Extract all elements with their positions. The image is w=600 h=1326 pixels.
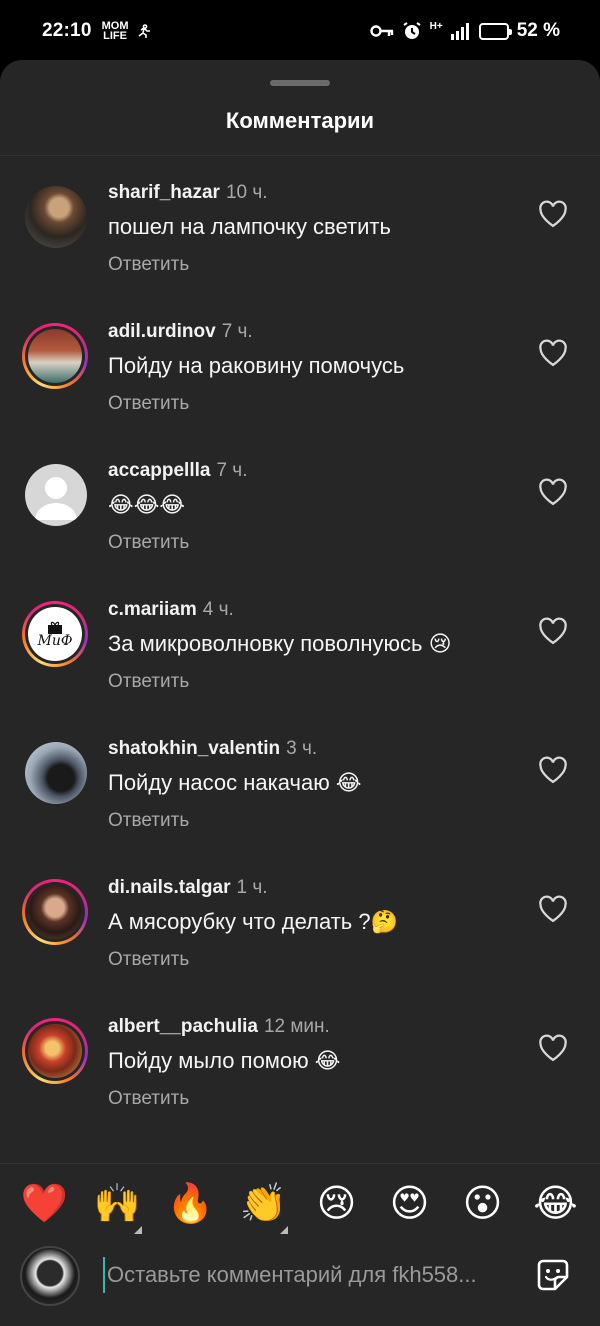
emoji-laughing-button[interactable]: 😂 bbox=[526, 1180, 586, 1240]
comment-item: di.nails.talgar 1 ч. А мясорубку что дела… bbox=[0, 873, 600, 1012]
emoji-heart-eyes-button[interactable]: 😍 bbox=[380, 1180, 440, 1240]
avatar bbox=[28, 329, 82, 383]
emoji-clapping-button[interactable]: 👏 bbox=[234, 1180, 294, 1240]
comment-time: 7 ч. bbox=[216, 460, 248, 481]
comment-item: accappellla 7 ч. 😂😂😂 Ответить bbox=[0, 456, 600, 595]
comment-item: МиФ c.mariiam 4 ч. За микроволновку повол… bbox=[0, 595, 600, 734]
comment-composer bbox=[0, 1243, 600, 1323]
reply-button[interactable]: Ответить bbox=[108, 810, 189, 832]
battery-icon bbox=[478, 22, 512, 40]
comment-text: Пойду мыло помою 😂 bbox=[108, 1048, 341, 1073]
comment-username[interactable]: adil.urdinov bbox=[108, 321, 216, 342]
avatar bbox=[28, 885, 82, 939]
comment-author[interactable]: shatokhin_valentin 3 ч. bbox=[108, 738, 317, 760]
comment-author[interactable]: albert__pachulia 12 мин. bbox=[108, 1016, 330, 1038]
comment-item: shatokhin_valentin 3 ч. Пойду насос накач… bbox=[0, 734, 600, 873]
heart-outline-icon[interactable] bbox=[538, 200, 568, 228]
status-bar: 22:10 MOM LIFE H+ 52 % bbox=[0, 0, 600, 62]
divider bbox=[0, 1163, 600, 1164]
divider bbox=[0, 155, 600, 156]
heart-outline-icon[interactable] bbox=[538, 339, 568, 367]
emoji-raised-hands-button[interactable]: 🙌 bbox=[88, 1180, 148, 1240]
avatar[interactable] bbox=[25, 186, 87, 248]
emoji-surprised-button[interactable]: 😮 bbox=[453, 1180, 513, 1240]
reply-button[interactable]: Ответить bbox=[108, 949, 189, 971]
avatar: МиФ bbox=[28, 607, 82, 661]
comment-time: 7 ч. bbox=[221, 321, 253, 342]
status-notification-icons: MOM LIFE bbox=[102, 21, 153, 42]
comment-item: albert__pachulia 12 мин. Пойду мыло помою… bbox=[0, 1012, 600, 1151]
heart-outline-icon[interactable] bbox=[538, 756, 568, 784]
battery-percent: 52 % bbox=[516, 20, 560, 41]
comment-text: 😂😂😂 bbox=[108, 492, 186, 517]
emoji-clapping: 👏 bbox=[239, 1183, 288, 1225]
comment-input[interactable] bbox=[103, 1257, 513, 1293]
comment-text: пошел на лампочку светить bbox=[108, 214, 391, 239]
comment-time: 3 ч. bbox=[286, 738, 318, 759]
avatar-story-ring[interactable] bbox=[22, 1018, 88, 1084]
sheet-drag-handle[interactable] bbox=[270, 80, 330, 86]
comment-text: А мясорубку что делать ?🤔 bbox=[108, 909, 398, 934]
comment-username[interactable]: di.nails.talgar bbox=[108, 877, 230, 898]
comment-time: 12 мин. bbox=[263, 1016, 330, 1037]
emoji-heart-button[interactable]: ❤️ bbox=[15, 1180, 75, 1240]
skin-tone-indicator-icon bbox=[133, 1226, 142, 1234]
reply-button[interactable]: Ответить bbox=[108, 532, 189, 554]
comment-author[interactable]: di.nails.talgar 1 ч. bbox=[108, 877, 268, 899]
gift-icon bbox=[48, 621, 62, 634]
comment-author[interactable]: accappellla 7 ч. bbox=[108, 460, 247, 482]
emoji-fire-button[interactable]: 🔥 bbox=[161, 1180, 221, 1240]
emoji-raised-hands: 🙌 bbox=[93, 1183, 142, 1225]
comment-author[interactable]: sharif_hazar 10 ч. bbox=[108, 182, 268, 204]
quick-emoji-bar: ❤️ 🙌 🔥 👏 😢 😍 😮 😂 bbox=[0, 1180, 600, 1240]
reply-button[interactable]: Ответить bbox=[108, 254, 189, 276]
comment-username[interactable]: shatokhin_valentin bbox=[108, 738, 280, 759]
avatar-logo-text: МиФ bbox=[37, 633, 73, 649]
heart-outline-icon[interactable] bbox=[538, 478, 568, 506]
comment-username[interactable]: albert__pachulia bbox=[108, 1016, 258, 1037]
reply-button[interactable]: Ответить bbox=[108, 1088, 189, 1110]
comment-time: 10 ч. bbox=[225, 182, 268, 203]
reply-button[interactable]: Ответить bbox=[108, 671, 189, 693]
emoji-crying-button[interactable]: 😢 bbox=[307, 1180, 367, 1240]
heart-outline-icon[interactable] bbox=[538, 895, 568, 923]
comment-text: Пойду насос накачаю 😂 bbox=[108, 770, 362, 795]
app-badge-icon: MOM LIFE bbox=[102, 21, 129, 42]
reply-button[interactable]: Ответить bbox=[108, 393, 189, 415]
app-badge-bottom: LIFE bbox=[103, 30, 127, 42]
alarm-icon bbox=[403, 22, 421, 39]
default-user-icon bbox=[35, 477, 77, 520]
comment-time: 4 ч. bbox=[202, 599, 234, 620]
comment-item: adil.urdinov 7 ч. Пойду на раковину помоч… bbox=[0, 317, 600, 456]
comment-text: Пойду на раковину помочусь bbox=[108, 353, 405, 378]
status-time: 22:10 bbox=[42, 20, 92, 41]
status-right-icons: H+ 52 % bbox=[369, 20, 560, 42]
comments-list[interactable]: sharif_hazar 10 ч. пошел на лампочку свет… bbox=[0, 178, 600, 1163]
running-icon bbox=[138, 24, 150, 38]
sticker-icon[interactable] bbox=[533, 1255, 573, 1295]
avatar-default[interactable] bbox=[25, 464, 87, 526]
skin-tone-indicator-icon bbox=[279, 1226, 288, 1234]
comment-text: За микроволновку поволнуюсь 😢 bbox=[108, 631, 452, 656]
heart-outline-icon[interactable] bbox=[538, 1034, 568, 1062]
avatar[interactable] bbox=[25, 742, 87, 804]
avatar-story-ring[interactable]: МиФ bbox=[22, 601, 88, 667]
comment-author[interactable]: c.mariiam 4 ч. bbox=[108, 599, 234, 621]
comment-username[interactable]: accappellla bbox=[108, 460, 210, 481]
comment-time: 1 ч. bbox=[236, 877, 268, 898]
key-icon bbox=[369, 25, 393, 37]
signal-icon bbox=[450, 23, 469, 40]
avatar bbox=[28, 1024, 82, 1078]
avatar-story-ring[interactable] bbox=[22, 879, 88, 945]
comment-item: sharif_hazar 10 ч. пошел на лампочку свет… bbox=[0, 178, 600, 317]
heart-outline-icon[interactable] bbox=[538, 617, 568, 645]
comment-username[interactable]: c.mariiam bbox=[108, 599, 197, 620]
comment-username[interactable]: sharif_hazar bbox=[108, 182, 220, 203]
sheet-title: Комментарии bbox=[225, 108, 375, 133]
network-type: H+ bbox=[429, 21, 443, 32]
comments-sheet: Комментарии sharif_hazar 10 ч. пошел на л… bbox=[0, 60, 600, 1326]
my-avatar bbox=[20, 1246, 80, 1306]
avatar-story-ring[interactable] bbox=[22, 323, 88, 389]
comment-author[interactable]: adil.urdinov 7 ч. bbox=[108, 321, 253, 343]
